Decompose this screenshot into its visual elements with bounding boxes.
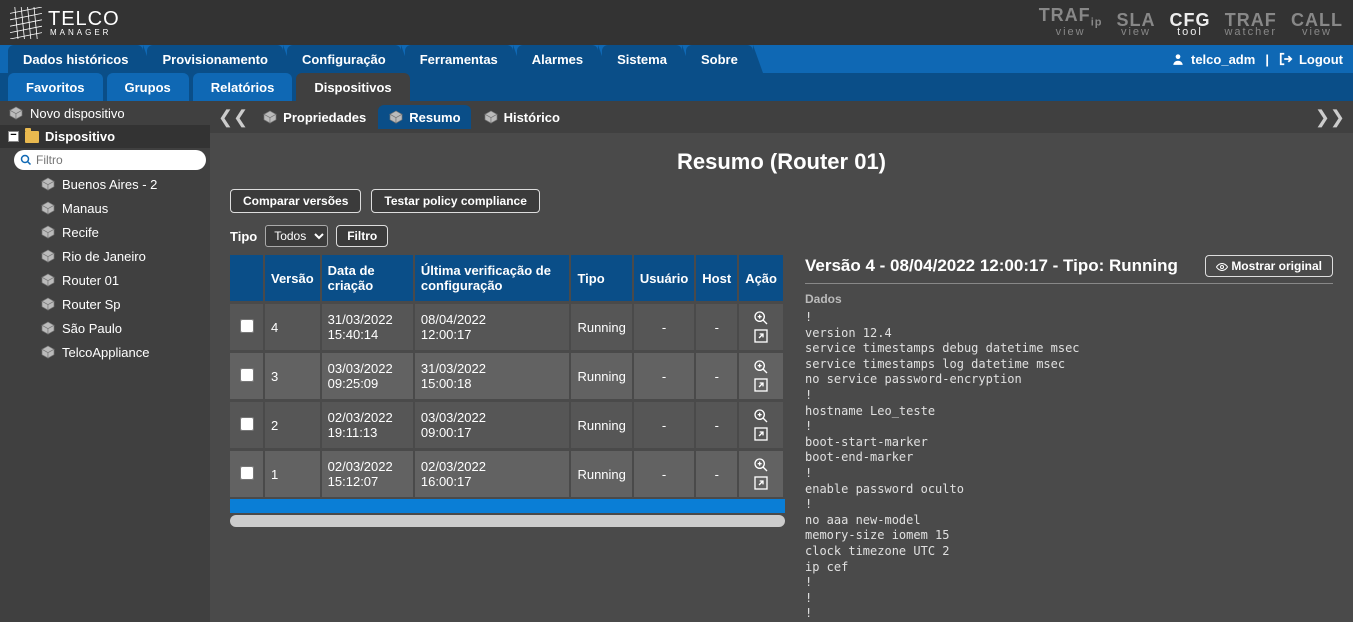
nav-ferramentas[interactable]: Ferramentas bbox=[405, 45, 513, 73]
module-call[interactable]: CALLview bbox=[1291, 12, 1343, 38]
horizontal-scrollbar[interactable] bbox=[230, 515, 785, 527]
zoom-icon[interactable] bbox=[753, 457, 769, 473]
detail-section-label: Dados bbox=[805, 292, 1333, 306]
device-item[interactable]: Recife bbox=[0, 220, 210, 244]
table-row[interactable]: 102/03/202215:12:0702/03/202216:00:17Run… bbox=[230, 450, 784, 498]
config-output: ! version 12.4 service timestamps debug … bbox=[805, 310, 1333, 622]
test-policy-compliance-button[interactable]: Testar policy compliance bbox=[371, 189, 540, 213]
breadcrumb-resumo[interactable]: Resumo bbox=[378, 105, 470, 129]
folder-icon bbox=[25, 131, 39, 143]
detail-title: Versão 4 - 08/04/2022 12:00:17 - Tipo: R… bbox=[805, 256, 1178, 276]
filter-button[interactable]: Filtro bbox=[336, 225, 388, 247]
open-external-icon[interactable] bbox=[753, 475, 769, 491]
open-external-icon[interactable] bbox=[753, 377, 769, 393]
col-header: Host bbox=[695, 255, 738, 303]
device-icon bbox=[40, 344, 56, 360]
table-row[interactable]: 303/03/202209:25:0931/03/202215:00:18Run… bbox=[230, 352, 784, 401]
brand-name: TELCO bbox=[48, 8, 120, 30]
collapse-icon[interactable]: − bbox=[8, 131, 19, 142]
device-item[interactable]: Rio de Janeiro bbox=[0, 244, 210, 268]
type-filter-select[interactable]: Todos bbox=[265, 225, 328, 247]
globe-grid-icon bbox=[10, 7, 42, 39]
device-item[interactable]: Manaus bbox=[0, 196, 210, 220]
table-row[interactable]: 431/03/202215:40:1408/04/202212:00:17Run… bbox=[230, 303, 784, 352]
device-item[interactable]: Router Sp bbox=[0, 292, 210, 316]
sidebar-filter-input[interactable] bbox=[14, 150, 206, 170]
device-item[interactable]: Buenos Aires - 2 bbox=[0, 172, 210, 196]
logout-link[interactable]: Logout bbox=[1299, 52, 1343, 67]
row-checkbox[interactable] bbox=[240, 417, 254, 431]
device-icon bbox=[483, 109, 499, 125]
subnav-favoritos[interactable]: Favoritos bbox=[8, 73, 103, 101]
user-icon bbox=[1171, 52, 1185, 66]
module-traf-ip[interactable]: TRAFipview bbox=[1039, 7, 1103, 38]
zoom-icon[interactable] bbox=[753, 408, 769, 424]
logout-icon bbox=[1279, 52, 1293, 66]
brand-logo[interactable]: TELCO MANAGER bbox=[10, 7, 120, 39]
device-icon bbox=[40, 320, 56, 336]
col-header: Última verificação de configuração bbox=[414, 255, 571, 303]
col-header: Usuário bbox=[633, 255, 695, 303]
table-row[interactable]: 202/03/202219:11:1303/03/202209:00:17Run… bbox=[230, 401, 784, 450]
table-highlight-bar bbox=[230, 499, 785, 513]
expand-right-icon[interactable]: ❯❯ bbox=[1315, 107, 1345, 128]
device-icon bbox=[388, 109, 404, 125]
breadcrumb-histórico[interactable]: Histórico bbox=[473, 105, 570, 129]
row-checkbox[interactable] bbox=[240, 368, 254, 382]
nav-alarmes[interactable]: Alarmes bbox=[517, 45, 598, 73]
nav-provisionamento[interactable]: Provisionamento bbox=[147, 45, 282, 73]
breadcrumb-propriedades[interactable]: Propriedades bbox=[252, 105, 376, 129]
device-tree-root[interactable]: − Dispositivo bbox=[0, 125, 210, 148]
username[interactable]: telco_adm bbox=[1191, 52, 1255, 67]
compare-versions-button[interactable]: Comparar versões bbox=[230, 189, 361, 213]
device-icon bbox=[40, 176, 56, 192]
col-header: Versão bbox=[264, 255, 321, 303]
device-icon bbox=[40, 296, 56, 312]
subnav-grupos[interactable]: Grupos bbox=[107, 73, 189, 101]
nav-dados-históricos[interactable]: Dados históricos bbox=[8, 45, 143, 73]
eye-icon bbox=[1216, 261, 1228, 273]
module-switcher: TRAFipview SLAview CFGtool TRAFwatcher CALLv… bbox=[1039, 7, 1343, 38]
page-title: Resumo (Router 01) bbox=[230, 149, 1333, 175]
row-checkbox[interactable] bbox=[240, 319, 254, 333]
subnav-dispositivos[interactable]: Dispositivos bbox=[296, 73, 409, 101]
brand-sub: MANAGER bbox=[48, 28, 120, 37]
open-external-icon[interactable] bbox=[753, 328, 769, 344]
device-icon bbox=[40, 272, 56, 288]
nav-configuração[interactable]: Configuração bbox=[287, 45, 401, 73]
col-header: Tipo bbox=[570, 255, 632, 303]
collapse-left-icon[interactable]: ❮❮ bbox=[218, 107, 248, 128]
device-item[interactable]: TelcoAppliance bbox=[0, 340, 210, 364]
open-external-icon[interactable] bbox=[753, 426, 769, 442]
module-sla[interactable]: SLAview bbox=[1116, 12, 1155, 38]
col-header: Data de criação bbox=[321, 255, 414, 303]
device-icon bbox=[40, 248, 56, 264]
col-header: Ação bbox=[738, 255, 784, 303]
nav-sistema[interactable]: Sistema bbox=[602, 45, 682, 73]
device-icon bbox=[8, 105, 24, 121]
device-icon bbox=[262, 109, 278, 125]
row-checkbox[interactable] bbox=[240, 466, 254, 480]
device-icon bbox=[40, 224, 56, 240]
versions-table: VersãoData de criaçãoÚltima verificação … bbox=[230, 255, 785, 497]
show-original-button[interactable]: Mostrar original bbox=[1205, 255, 1333, 277]
device-item[interactable]: Router 01 bbox=[0, 268, 210, 292]
new-device-link[interactable]: Novo dispositivo bbox=[0, 101, 210, 125]
zoom-icon[interactable] bbox=[753, 359, 769, 375]
nav-sobre[interactable]: Sobre bbox=[686, 45, 753, 73]
module-traf[interactable]: TRAFwatcher bbox=[1224, 12, 1277, 38]
device-icon bbox=[40, 200, 56, 216]
col-header bbox=[230, 255, 264, 303]
subnav-relatórios[interactable]: Relatórios bbox=[193, 73, 293, 101]
module-cfg[interactable]: CFGtool bbox=[1169, 12, 1210, 38]
type-filter-label: Tipo bbox=[230, 229, 257, 244]
zoom-icon[interactable] bbox=[753, 310, 769, 326]
device-item[interactable]: São Paulo bbox=[0, 316, 210, 340]
